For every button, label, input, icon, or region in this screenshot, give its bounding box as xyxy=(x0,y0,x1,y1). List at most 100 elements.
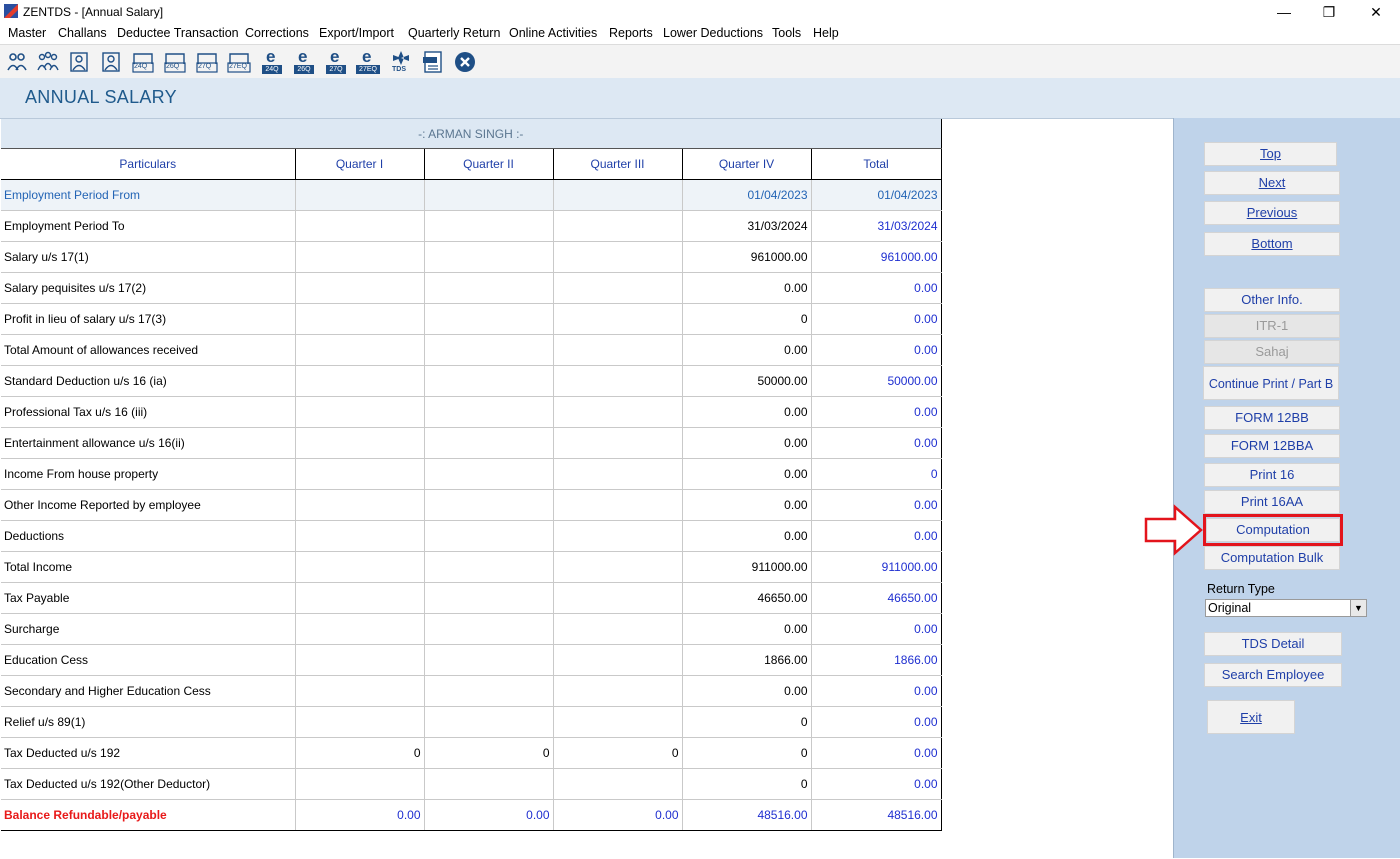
cell-q4[interactable]: 0.00 xyxy=(682,675,812,707)
cell-total[interactable]: 0.00 xyxy=(811,675,942,707)
form-12bb-button[interactable]: FORM 12BB xyxy=(1204,406,1340,430)
continue-print-button[interactable]: Continue Print / Part B xyxy=(1203,366,1339,400)
cell-q1[interactable] xyxy=(295,272,425,304)
tds-detail-button[interactable]: TDS Detail xyxy=(1204,632,1342,656)
cell-q4[interactable]: 0 xyxy=(682,303,812,335)
menu-master[interactable]: Master xyxy=(8,26,46,40)
cell-total[interactable]: 0.00 xyxy=(811,396,942,428)
cell-q2[interactable] xyxy=(424,768,554,800)
cell-q1[interactable] xyxy=(295,582,425,614)
cell-q4[interactable]: 0.00 xyxy=(682,489,812,521)
menu-quarterly-return[interactable]: Quarterly Return xyxy=(408,26,500,40)
cell-total[interactable]: 1866.00 xyxy=(811,644,942,676)
e-27eq-icon[interactable]: e 27EQ xyxy=(356,47,380,74)
cell-q4[interactable]: 0.00 xyxy=(682,396,812,428)
menu-corrections[interactable]: Corrections xyxy=(245,26,309,40)
table-row[interactable]: Employment Period To 31/03/2024 31/03/2024 xyxy=(1,210,942,242)
e-26q-icon[interactable]: e 26Q xyxy=(292,47,316,74)
cell-q2[interactable] xyxy=(424,551,554,583)
cell-q1[interactable] xyxy=(295,706,425,738)
cell-q4[interactable]: 0.00 xyxy=(682,334,812,366)
cell-q1[interactable] xyxy=(295,613,425,645)
cell-q2[interactable] xyxy=(424,675,554,707)
cell-q1[interactable] xyxy=(295,458,425,490)
search-employee-button[interactable]: Search Employee xyxy=(1204,663,1342,687)
next-button[interactable]: Next xyxy=(1204,171,1340,195)
cell-q1[interactable] xyxy=(295,334,425,366)
cell-q2[interactable] xyxy=(424,427,554,459)
cell-q1[interactable] xyxy=(295,179,425,211)
cell-q3[interactable] xyxy=(553,179,683,211)
cell-q2[interactable] xyxy=(424,272,554,304)
cell-q1[interactable] xyxy=(295,768,425,800)
cell-q3[interactable] xyxy=(553,520,683,552)
menu-help[interactable]: Help xyxy=(813,26,839,40)
table-row[interactable]: Deductions 0.00 0.00 xyxy=(1,520,942,552)
table-row[interactable]: Total Income 911000.00 911000.00 xyxy=(1,551,942,583)
cell-q4[interactable]: 01/04/2023 xyxy=(682,179,812,211)
cell-total[interactable]: 50000.00 xyxy=(811,365,942,397)
cell-total[interactable]: 01/04/2023 xyxy=(811,179,942,211)
close-circle-icon[interactable] xyxy=(453,50,477,74)
tds-icon[interactable]: TDS xyxy=(389,50,413,74)
cell-q1[interactable] xyxy=(295,489,425,521)
cell-total[interactable]: 961000.00 xyxy=(811,241,942,273)
cell-q2[interactable] xyxy=(424,365,554,397)
cell-total[interactable]: 0.00 xyxy=(811,272,942,304)
deductees-icon[interactable] xyxy=(36,50,60,74)
cell-q2[interactable]: 0.00 xyxy=(424,799,554,831)
table-row[interactable]: Balance Refundable/payable 0.00 0.00 0.00 48… xyxy=(1,799,942,831)
cell-q3[interactable] xyxy=(553,241,683,273)
top-button[interactable]: Top xyxy=(1204,142,1337,166)
cell-q4[interactable]: 0.00 xyxy=(682,427,812,459)
print-16-button[interactable]: Print 16 xyxy=(1204,463,1340,487)
maximize-button[interactable]: ❐ xyxy=(1306,0,1352,24)
cell-q3[interactable] xyxy=(553,427,683,459)
cell-total[interactable]: 0.00 xyxy=(811,489,942,521)
cell-q1[interactable] xyxy=(295,644,425,676)
cell-total[interactable]: 0.00 xyxy=(811,520,942,552)
cell-q1[interactable] xyxy=(295,396,425,428)
cell-total[interactable]: 0.00 xyxy=(811,706,942,738)
cell-q3[interactable] xyxy=(553,334,683,366)
table-row[interactable]: Employment Period From 01/04/2023 01/04/20… xyxy=(1,179,942,211)
cell-total[interactable]: 48516.00 xyxy=(811,799,942,831)
cell-q2[interactable] xyxy=(424,210,554,242)
cell-q1[interactable]: 0.00 xyxy=(295,799,425,831)
exit-button[interactable]: Exit xyxy=(1207,700,1295,734)
cell-q2[interactable] xyxy=(424,613,554,645)
computation-bulk-button[interactable]: Computation Bulk xyxy=(1204,546,1340,570)
menu-online-activities[interactable]: Online Activities xyxy=(509,26,597,40)
cell-total[interactable]: 0 xyxy=(811,458,942,490)
table-row[interactable]: Income From house property 0.00 0 xyxy=(1,458,942,490)
cell-q4[interactable]: 31/03/2024 xyxy=(682,210,812,242)
cell-q2[interactable] xyxy=(424,582,554,614)
cell-q2[interactable] xyxy=(424,241,554,273)
cell-total[interactable]: 0.00 xyxy=(811,737,942,769)
cell-q1[interactable] xyxy=(295,675,425,707)
chevron-down-icon[interactable]: ▼ xyxy=(1350,600,1366,616)
cell-q3[interactable] xyxy=(553,365,683,397)
cell-q4[interactable]: 46650.00 xyxy=(682,582,812,614)
menu-deductee-transaction[interactable]: Deductee Transaction xyxy=(117,26,239,40)
table-row[interactable]: Surcharge 0.00 0.00 xyxy=(1,613,942,645)
cell-q3[interactable] xyxy=(553,706,683,738)
cell-q4[interactable]: 0 xyxy=(682,706,812,738)
form-26q-icon[interactable]: 26Q xyxy=(163,50,187,74)
cell-q2[interactable] xyxy=(424,706,554,738)
bottom-button[interactable]: Bottom xyxy=(1204,232,1340,256)
form-27eq-icon[interactable]: 27EQ xyxy=(227,50,251,74)
cell-q3[interactable] xyxy=(553,582,683,614)
cell-q2[interactable] xyxy=(424,458,554,490)
cell-q1[interactable] xyxy=(295,551,425,583)
cell-total[interactable]: 911000.00 xyxy=(811,551,942,583)
cell-q2[interactable] xyxy=(424,303,554,335)
e-27q-icon[interactable]: e 27Q xyxy=(324,47,348,74)
cell-q4[interactable]: 0.00 xyxy=(682,458,812,490)
cell-q3[interactable] xyxy=(553,210,683,242)
cell-q3[interactable] xyxy=(553,272,683,304)
cell-q3[interactable] xyxy=(553,551,683,583)
cell-q4[interactable]: 0.00 xyxy=(682,272,812,304)
cell-q4[interactable]: 0.00 xyxy=(682,520,812,552)
table-row[interactable]: Entertainment allowance u/s 16(ii) 0.00 0.… xyxy=(1,427,942,459)
